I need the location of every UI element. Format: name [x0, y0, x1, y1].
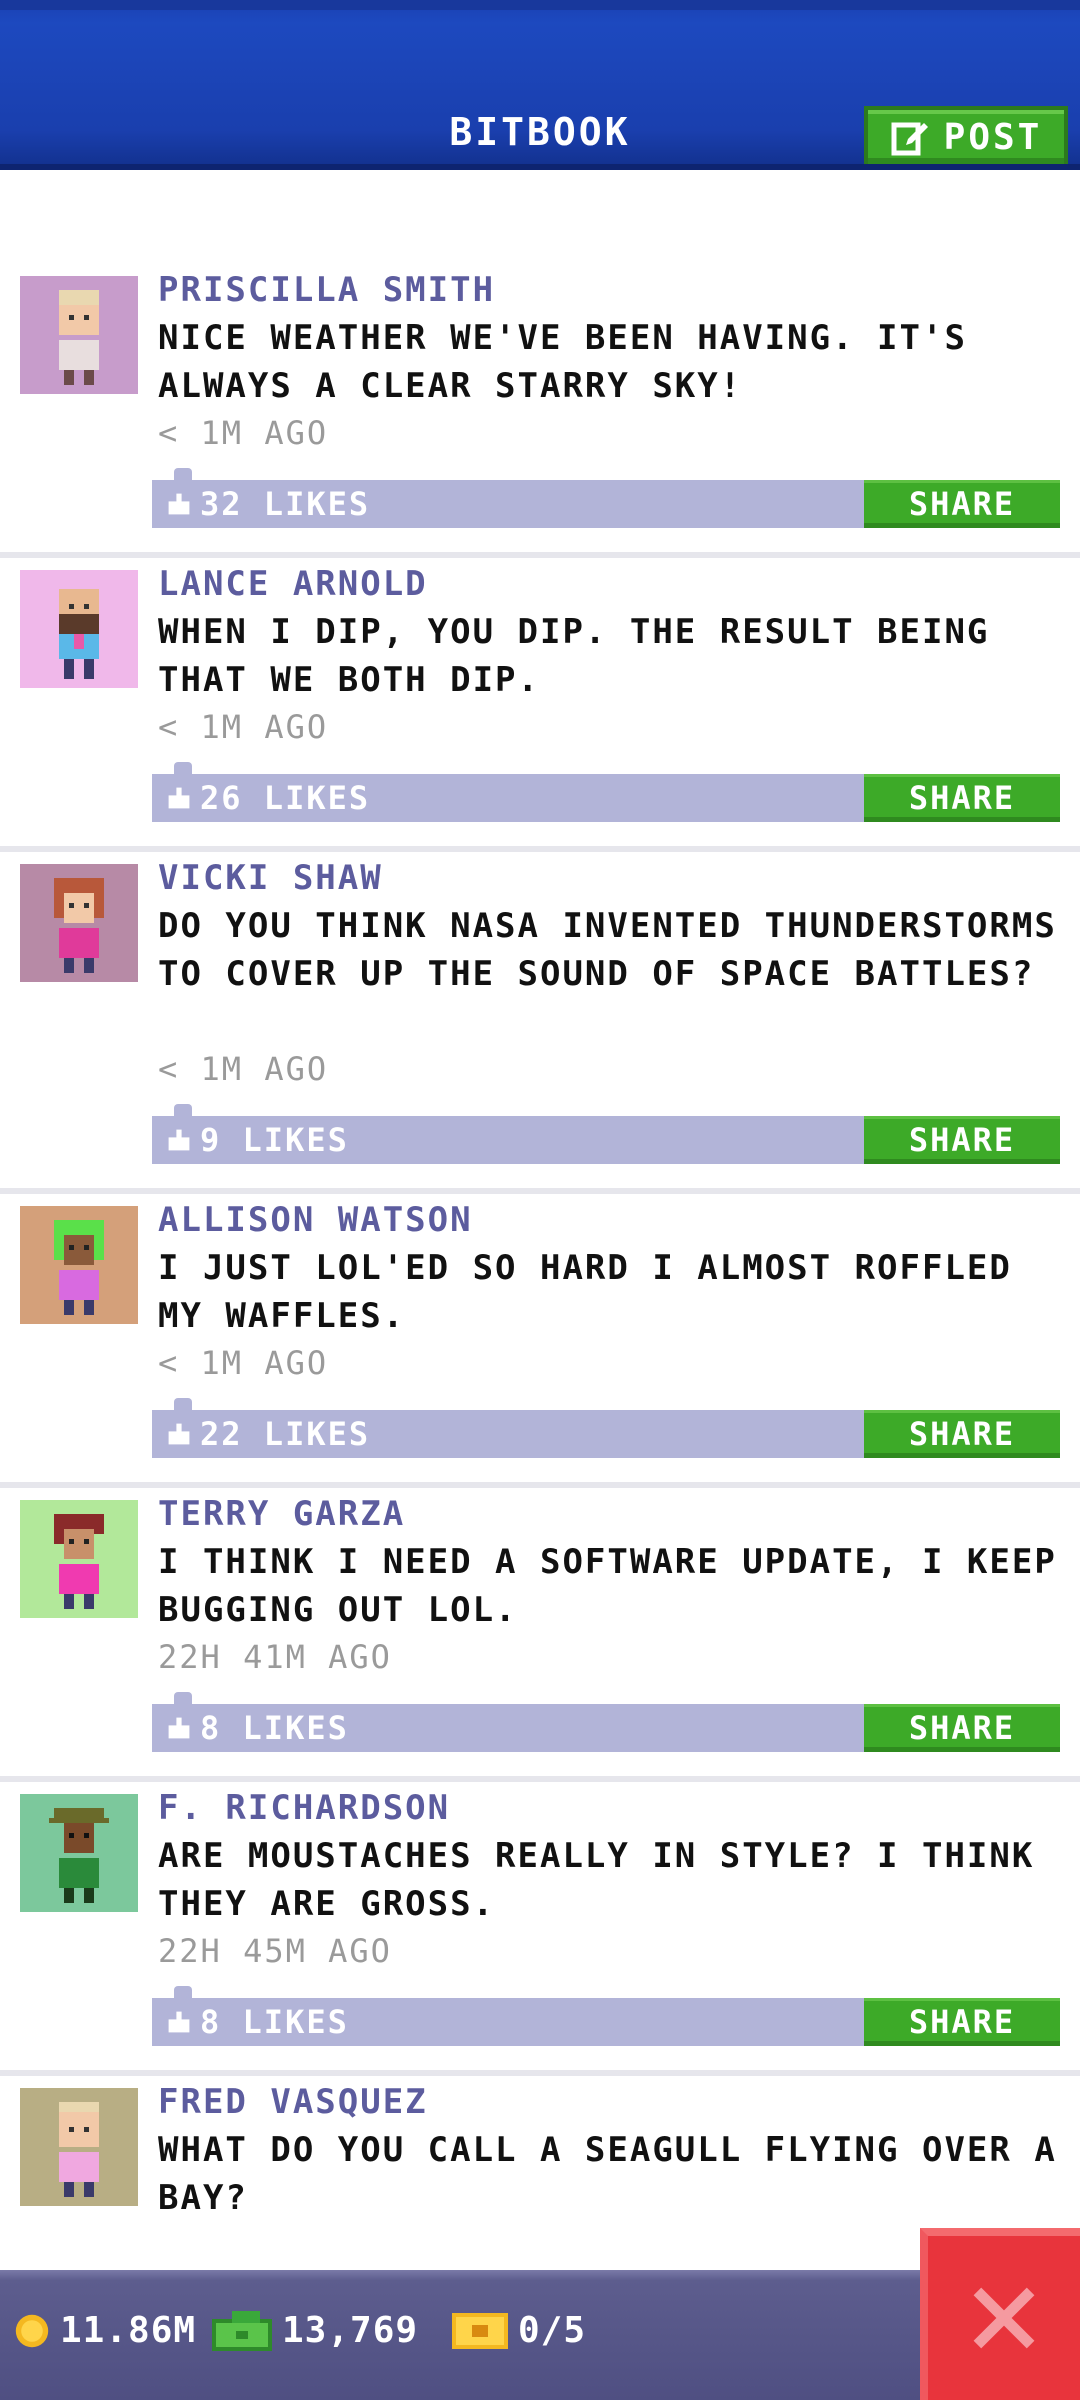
share-button[interactable]: SHARE: [864, 480, 1060, 528]
like-count: 22 LIKES: [166, 1415, 370, 1453]
like-count-label: 26 LIKES: [200, 779, 371, 817]
post-message: ARE MOUSTACHES REALLY IN STYLE? I THINK …: [158, 1836, 1035, 1924]
share-button[interactable]: SHARE: [864, 1704, 1060, 1752]
share-button[interactable]: SHARE: [864, 1116, 1060, 1164]
person-avatar-icon: [54, 1220, 104, 1315]
person-avatar-icon: [49, 1808, 109, 1903]
post-author[interactable]: F. RICHARDSON: [158, 1788, 450, 1828]
like-bar-tab: [174, 762, 192, 776]
person-avatar-icon: [59, 2102, 99, 2197]
post-divider: [0, 2070, 1080, 2076]
post-message: I THINK I NEED A SOFTWARE UPDATE, I KEEP…: [158, 1542, 1057, 1630]
post-author[interactable]: PRISCILLA SMITH: [158, 270, 495, 310]
post-message: NICE WEATHER WE'VE BEEN HAVING. IT'S ALW…: [158, 318, 967, 406]
like-icon: [168, 1717, 190, 1739]
avatar[interactable]: [20, 1794, 138, 1912]
like-icon: [168, 1129, 190, 1151]
share-button[interactable]: SHARE: [864, 1410, 1060, 1458]
bux-value: 13,769: [282, 2310, 419, 2351]
share-button[interactable]: SHARE: [864, 774, 1060, 822]
post-message: WHEN I DIP, YOU DIP. THE RESULT BEING TH…: [158, 612, 990, 700]
ticket-icon: [452, 2312, 508, 2349]
like-bar-tab: [174, 1104, 192, 1118]
bux-stat: 13,769: [212, 2310, 418, 2351]
avatar[interactable]: [20, 276, 138, 394]
avatar[interactable]: [20, 1500, 138, 1618]
avatar[interactable]: [20, 570, 138, 688]
post-divider: [0, 846, 1080, 852]
person-avatar-icon: [59, 290, 99, 385]
like-count-label: 9 LIKES: [200, 1121, 349, 1159]
post-timestamp: < 1M AGO: [158, 414, 329, 452]
post-timestamp: 22H 45M AGO: [158, 1932, 392, 1970]
like-count: 8 LIKES: [166, 1709, 349, 1747]
post-message: I JUST LOL'ED SO HARD I ALMOST ROFFLED M…: [158, 1248, 1012, 1336]
app-header: BITBOOK POST: [0, 0, 1080, 170]
feed[interactable]: PRISCILLA SMITH NICE WEATHER WE'VE BEEN …: [0, 170, 1080, 2270]
post-author[interactable]: TERRY GARZA: [158, 1494, 405, 1534]
post-timestamp: 22H 41M AGO: [158, 1638, 392, 1676]
post-divider: [0, 1188, 1080, 1194]
like-bar[interactable]: 32 LIKES SHARE: [152, 468, 1060, 528]
like-bar-tab: [174, 1692, 192, 1706]
coins-value: 11.86M: [60, 2310, 197, 2351]
share-button[interactable]: SHARE: [864, 1998, 1060, 2046]
like-icon: [168, 2011, 190, 2033]
post-timestamp: < 1M AGO: [158, 1344, 329, 1382]
post-message: DO YOU THINK NASA INVENTED THUNDERSTORMS…: [158, 906, 1057, 994]
post-author[interactable]: FRED VASQUEZ: [158, 2082, 428, 2122]
tickets-value: 0/5: [518, 2310, 587, 2351]
status-bar: 11.86M 13,769 0/5: [0, 2270, 1080, 2400]
like-icon: [168, 787, 190, 809]
post-timestamp: < 1M AGO: [158, 1050, 329, 1088]
like-icon: [168, 1423, 190, 1445]
like-count: 26 LIKES: [166, 779, 370, 817]
post-button-label: POST: [943, 116, 1043, 158]
post-author[interactable]: VICKI SHAW: [158, 858, 383, 898]
like-count-label: 8 LIKES: [200, 1709, 349, 1747]
avatar[interactable]: [20, 2088, 138, 2206]
like-bar-tab: [174, 468, 192, 482]
coins-stat: 11.86M: [14, 2310, 196, 2351]
tickets-stat: 0/5: [452, 2310, 586, 2351]
post-divider: [0, 1776, 1080, 1782]
avatar[interactable]: [20, 1206, 138, 1324]
like-bar[interactable]: 26 LIKES SHARE: [152, 762, 1060, 822]
like-count: 32 LIKES: [166, 485, 370, 523]
post-message: WHAT DO YOU CALL A SEAGULL FLYING OVER A…: [158, 2130, 1057, 2218]
bux-icon: [212, 2310, 272, 2351]
post-button[interactable]: POST: [864, 106, 1068, 168]
like-bar[interactable]: 22 LIKES SHARE: [152, 1398, 1060, 1458]
person-avatar-icon: [59, 589, 99, 679]
post-author[interactable]: ALLISON WATSON: [158, 1200, 473, 1240]
post-author[interactable]: LANCE ARNOLD: [158, 564, 428, 604]
post-divider: [0, 1482, 1080, 1488]
like-icon: [168, 493, 190, 515]
compose-icon: [891, 122, 928, 156]
coin-icon: [15, 2314, 49, 2347]
like-count-label: 22 LIKES: [200, 1415, 371, 1453]
like-bar-tab: [174, 1398, 192, 1412]
like-bar[interactable]: 8 LIKES SHARE: [152, 1692, 1060, 1752]
avatar[interactable]: [20, 864, 138, 982]
like-count: 8 LIKES: [166, 2003, 349, 2041]
person-avatar-icon: [54, 1514, 104, 1609]
person-avatar-icon: [54, 878, 104, 973]
like-count-label: 32 LIKES: [200, 485, 371, 523]
close-button[interactable]: [920, 2228, 1080, 2400]
close-icon: [973, 2287, 1035, 2349]
like-bar-tab: [174, 1986, 192, 2000]
like-count-label: 8 LIKES: [200, 2003, 349, 2041]
like-bar[interactable]: 8 LIKES SHARE: [152, 1986, 1060, 2046]
like-bar[interactable]: 9 LIKES SHARE: [152, 1104, 1060, 1164]
post-divider: [0, 552, 1080, 558]
like-count: 9 LIKES: [166, 1121, 349, 1159]
post-timestamp: < 1M AGO: [158, 708, 329, 746]
